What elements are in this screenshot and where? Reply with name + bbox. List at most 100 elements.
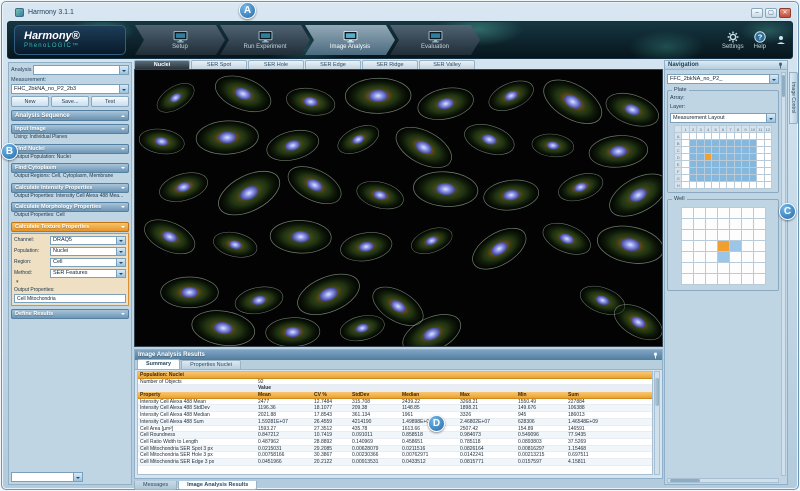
plate-well[interactable] — [757, 140, 765, 147]
scroll-thumb[interactable] — [655, 378, 659, 406]
field-dropdown-channel-[interactable]: DRAQ5 — [50, 235, 126, 245]
tab-image-analysis-results[interactable]: Image Analysis Results — [178, 481, 258, 490]
measurement-dropdown[interactable]: FHC_2bkNA_no_P2_2b3 — [11, 84, 129, 94]
plate-well[interactable] — [734, 168, 743, 175]
well-field[interactable] — [705, 274, 718, 285]
plate-well[interactable] — [734, 133, 743, 140]
well-field[interactable] — [705, 208, 718, 219]
plate-well[interactable] — [697, 182, 705, 189]
plate-well[interactable] — [749, 168, 758, 175]
plate-well[interactable] — [757, 182, 765, 189]
well-field[interactable] — [729, 252, 742, 263]
plate-well[interactable] — [682, 168, 690, 175]
plate-well[interactable] — [697, 154, 705, 161]
step-define-results[interactable]: Define Results — [11, 308, 129, 319]
nav-evaluation[interactable]: Evaluation — [390, 25, 480, 55]
plate-well[interactable] — [712, 182, 720, 189]
well-field[interactable] — [729, 263, 742, 274]
well-field[interactable] — [753, 219, 766, 230]
plate-well[interactable] — [682, 154, 690, 161]
save-button[interactable]: Save... — [51, 96, 89, 107]
plate-well[interactable] — [704, 175, 713, 182]
results-scrollbar[interactable] — [654, 371, 660, 475]
plate-well[interactable] — [682, 140, 690, 147]
field-dropdown-population-[interactable]: Nuclei — [50, 246, 126, 256]
maximize-button[interactable]: ▢ — [765, 7, 777, 18]
plate-well[interactable] — [727, 175, 735, 182]
navigation-scrollbar-horizontal[interactable] — [667, 478, 779, 483]
plate-well[interactable] — [704, 161, 713, 168]
plate-well[interactable] — [727, 168, 735, 175]
plate-well[interactable] — [764, 175, 773, 182]
tab-messages[interactable]: Messages — [134, 481, 178, 490]
plate-well[interactable] — [689, 175, 698, 182]
plate-well[interactable] — [689, 147, 698, 154]
plate-well[interactable] — [712, 168, 720, 175]
settings-button[interactable]: Settings — [722, 31, 744, 50]
well-field[interactable] — [717, 274, 730, 285]
analysis-sequence-header[interactable]: Analysis Sequence — [11, 110, 129, 121]
plate-well[interactable] — [704, 147, 713, 154]
well-field[interactable] — [741, 252, 754, 263]
step-find-nuclei[interactable]: Find Nuclei — [11, 143, 129, 154]
plate-well[interactable] — [719, 147, 728, 154]
plate-well[interactable] — [727, 147, 735, 154]
well-field[interactable] — [705, 219, 718, 230]
plate-well[interactable] — [742, 140, 750, 147]
minimize-button[interactable]: – — [751, 7, 763, 18]
plate-well[interactable] — [764, 140, 773, 147]
well-field[interactable] — [729, 241, 742, 252]
user-icon[interactable] — [776, 35, 786, 45]
navigation-scrollbar-vertical[interactable] — [781, 72, 786, 476]
plate-well[interactable] — [734, 182, 743, 189]
well-field[interactable] — [741, 241, 754, 252]
plate-well[interactable] — [749, 175, 758, 182]
step-input-image[interactable]: Input Image — [11, 124, 129, 134]
plate-well[interactable] — [749, 133, 758, 140]
well-field[interactable] — [681, 219, 694, 230]
bottom-dropdown[interactable] — [11, 472, 83, 482]
image-tab-ser-hole[interactable]: SER Hole — [248, 60, 304, 69]
well-field[interactable] — [693, 208, 706, 219]
output-properties-input[interactable]: Cell Mitochondria — [14, 293, 126, 303]
measurement-nav-dropdown[interactable]: FFC_2bkNA_no_P2_ — [667, 74, 779, 84]
well-field[interactable] — [717, 252, 730, 263]
well-field[interactable] — [681, 208, 694, 219]
image-tab-nuclei[interactable]: Nuclei — [134, 60, 190, 69]
plate-well[interactable] — [689, 154, 698, 161]
well-field[interactable] — [693, 230, 706, 241]
step-find-cytoplasm[interactable]: Find Cytoplasm — [11, 163, 129, 174]
plate-well[interactable] — [689, 161, 698, 168]
plate-well[interactable] — [757, 168, 765, 175]
tab-summary[interactable]: Summary — [137, 359, 181, 369]
plate-well[interactable] — [704, 168, 713, 175]
plate-well[interactable] — [757, 133, 765, 140]
pin-icon[interactable] — [777, 62, 784, 69]
well-field[interactable] — [729, 274, 742, 285]
plate-well[interactable] — [734, 175, 743, 182]
plate-well[interactable] — [697, 168, 705, 175]
nav-image-analysis[interactable]: Image Analysis — [305, 25, 395, 55]
help-button[interactable]: ? Help — [754, 30, 766, 50]
plate-well[interactable] — [719, 175, 728, 182]
well-field[interactable] — [705, 252, 718, 263]
plate-well[interactable] — [682, 161, 690, 168]
plate-well[interactable] — [764, 168, 773, 175]
well-field[interactable] — [741, 208, 754, 219]
image-tab-ser-valley[interactable]: SER Valley — [419, 60, 475, 69]
plate-well[interactable] — [719, 154, 728, 161]
plate-well[interactable] — [749, 182, 758, 189]
plate-well[interactable] — [689, 133, 698, 140]
plate-well[interactable] — [712, 147, 720, 154]
plate-well[interactable] — [734, 154, 743, 161]
plate-well[interactable] — [704, 140, 713, 147]
plate-well[interactable] — [697, 140, 705, 147]
plate-well[interactable] — [764, 182, 773, 189]
well-field[interactable] — [705, 241, 718, 252]
plate-well[interactable] — [749, 147, 758, 154]
test-button[interactable]: Test — [91, 96, 129, 107]
image-tab-ser-spot[interactable]: SER Spot — [191, 60, 247, 69]
well-field[interactable] — [753, 263, 766, 274]
plate-well[interactable] — [682, 175, 690, 182]
field-dropdown-region-[interactable]: Cell — [50, 257, 126, 267]
